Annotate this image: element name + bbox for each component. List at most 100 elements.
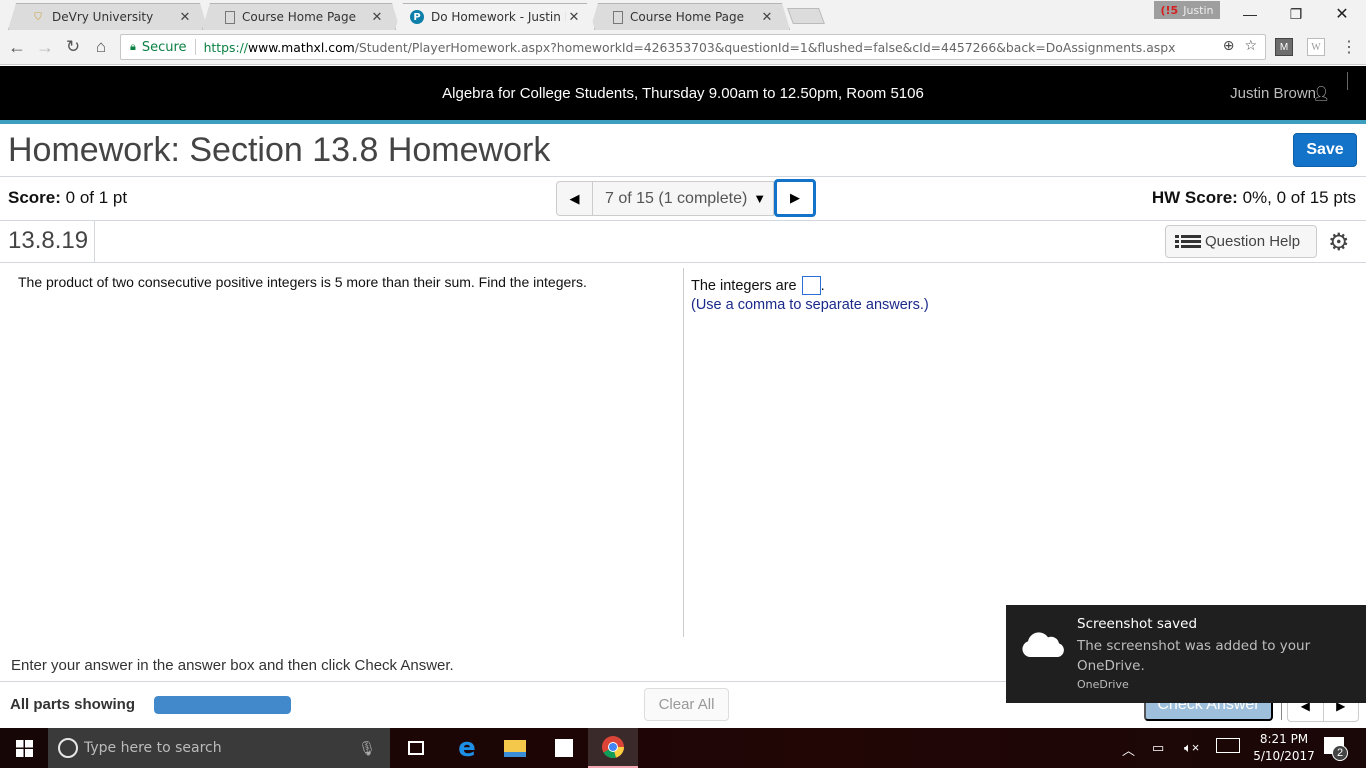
divider xyxy=(194,39,196,55)
caret-down-icon: ▼ xyxy=(753,191,767,206)
gear-icon[interactable]: ⚙ xyxy=(1328,228,1350,257)
url-text[interactable]: https://www.mathxl.com/Student/PlayerHom… xyxy=(204,40,1265,55)
chrome-icon xyxy=(602,736,624,759)
previous-question-button[interactable]: ◀ xyxy=(556,181,593,216)
course-header: Algebra for College Students, Thursday 9… xyxy=(0,66,1366,120)
close-tab-icon[interactable]: ✕ xyxy=(369,10,385,25)
tab-title: Course Home Page xyxy=(242,10,357,24)
tab-do-homework[interactable]: P Do Homework - Justin Br ✕ xyxy=(395,3,595,30)
score-label: Score: xyxy=(8,188,61,207)
tab-title: DeVry University xyxy=(52,10,154,24)
clock-time: 8:21 PM xyxy=(1259,732,1309,746)
zoom-icon[interactable]: ⊕ xyxy=(1223,38,1235,54)
pane-divider[interactable] xyxy=(683,268,684,637)
lock-icon: 🔒︎ xyxy=(130,40,136,53)
browser-menu-icon[interactable]: ⋮ xyxy=(1340,38,1358,56)
close-tab-icon[interactable]: ✕ xyxy=(566,10,582,25)
restore-button[interactable]: ❐ xyxy=(1273,0,1319,28)
instruction-text: Enter your answer in the answer box and … xyxy=(11,657,454,674)
search-placeholder: Type here to search xyxy=(84,740,222,756)
hw-score-value: 0%, 0 of 15 pts xyxy=(1242,188,1356,207)
tab-devry-university[interactable]: ⛉ DeVry University ✕ xyxy=(8,3,208,30)
save-button[interactable]: Save xyxy=(1293,133,1357,167)
header-divider xyxy=(1347,72,1348,90)
extension-w-icon[interactable]: W xyxy=(1307,38,1325,56)
answer-input[interactable] xyxy=(801,276,821,295)
extension-m-icon[interactable]: M xyxy=(1275,38,1293,56)
task-view-icon xyxy=(408,741,424,755)
problem-statement: The product of two consecutive positive … xyxy=(18,274,587,290)
question-help-button[interactable]: Question Help xyxy=(1165,225,1317,258)
question-select[interactable]: 7 of 15 (1 complete) ▼ xyxy=(593,181,774,216)
clear-all-button[interactable]: Clear All xyxy=(644,688,729,721)
toast-title: Screenshot saved xyxy=(1077,616,1198,632)
task-view-button[interactable] xyxy=(392,728,440,768)
url-path: /Student/PlayerHomework.aspx?homeworkId=… xyxy=(354,39,1176,55)
answer-line: The integers are . xyxy=(691,276,825,295)
back-icon[interactable]: ← xyxy=(6,36,28,58)
start-button[interactable] xyxy=(0,728,48,768)
next-question-button[interactable]: ▶ xyxy=(774,179,816,217)
user-icon[interactable]: 👤︎ xyxy=(1312,85,1330,102)
forward-icon[interactable]: → xyxy=(34,36,56,58)
pearson-p-icon: P xyxy=(410,10,424,24)
reload-icon[interactable]: ↻ xyxy=(62,36,84,58)
browser-toolbar: ← → ↻ ⌂ 🔒︎ Secure https://www.mathxl.com… xyxy=(0,30,1366,65)
divider xyxy=(0,262,1366,263)
tab-course-home-page[interactable]: Course Home Page ✕ xyxy=(202,3,400,30)
profile-name: Justin xyxy=(1183,3,1214,17)
chrome-button[interactable] xyxy=(588,728,638,768)
parts-label: All parts showing xyxy=(10,696,136,713)
question-navigator: ◀ 7 of 15 (1 complete) ▼ ▶ xyxy=(556,179,816,217)
page-icon xyxy=(225,10,235,24)
edge-button[interactable]: e xyxy=(443,728,491,768)
notification-toast[interactable]: Screenshot saved The screenshot was adde… xyxy=(1006,605,1366,703)
clock[interactable]: 8:21 PM 5/10/2017 xyxy=(1248,731,1320,765)
homework-score: HW Score: 0%, 0 of 15 pts xyxy=(1152,188,1356,208)
divider xyxy=(94,221,95,262)
divider xyxy=(0,176,1366,177)
list-icon xyxy=(1175,234,1201,250)
volume-muted-icon[interactable]: 🔈︎× xyxy=(1184,740,1199,756)
parts-progress-bar xyxy=(154,696,291,714)
user-name[interactable]: Justin Brown xyxy=(1230,85,1316,102)
answer-prefix: The integers are xyxy=(691,277,797,294)
close-tab-icon[interactable]: ✕ xyxy=(177,10,193,25)
clock-date: 5/10/2017 xyxy=(1253,749,1315,763)
battery-icon[interactable]: ▭ xyxy=(1152,740,1164,756)
close-window-button[interactable]: ✕ xyxy=(1319,0,1365,28)
answer-hint: (Use a comma to separate answers.) xyxy=(691,297,929,313)
triangle-right-icon: ▶ xyxy=(790,190,800,205)
tab-title: Do Homework - Justin Br xyxy=(431,10,566,24)
header-accent-stripe xyxy=(0,120,1366,124)
toast-source: OneDrive xyxy=(1077,678,1129,691)
profile-button[interactable]: (!5 Justin xyxy=(1154,1,1220,19)
tab-course-home-page-2[interactable]: Course Home Page ✕ xyxy=(590,3,790,30)
new-tab-button[interactable] xyxy=(787,8,825,24)
triangle-left-icon: ◀ xyxy=(569,190,580,206)
home-icon[interactable]: ⌂ xyxy=(90,36,112,58)
minimize-button[interactable]: — xyxy=(1227,0,1273,28)
folder-icon xyxy=(504,739,526,757)
keyboard-icon[interactable] xyxy=(1216,738,1240,753)
course-title: Algebra for College Students, Thursday 9… xyxy=(442,85,924,102)
secure-label: Secure xyxy=(141,39,187,55)
onedrive-cloud-icon xyxy=(1022,632,1064,657)
address-bar[interactable]: 🔒︎ Secure https://www.mathxl.com/Student… xyxy=(120,34,1266,60)
windows-taskbar: Type here to search 🎙︎ e ︿ ▭ 🔈︎× 8:21 PM… xyxy=(0,728,1366,768)
page-icon xyxy=(613,10,623,24)
show-hidden-icons[interactable]: ︿ xyxy=(1122,740,1135,759)
bookmark-star-icon[interactable]: ☆ xyxy=(1244,38,1257,54)
store-bag-icon xyxy=(555,739,573,757)
url-scheme: https:// xyxy=(203,39,248,55)
microphone-icon[interactable]: 🎙︎ xyxy=(358,740,376,757)
profile-warning-icon: (!5 xyxy=(1160,3,1179,17)
file-explorer-button[interactable] xyxy=(491,728,539,768)
question-select-value: 7 of 15 (1 complete) xyxy=(605,189,748,207)
parts-progress-fill xyxy=(154,696,291,714)
taskbar-search[interactable]: Type here to search 🎙︎ xyxy=(48,728,390,768)
close-tab-icon[interactable]: ✕ xyxy=(759,10,775,25)
store-button[interactable] xyxy=(540,728,588,768)
browser-tab-strip: ⛉ DeVry University ✕ Course Home Page ✕ … xyxy=(0,0,1366,30)
edge-icon: e xyxy=(458,733,476,763)
